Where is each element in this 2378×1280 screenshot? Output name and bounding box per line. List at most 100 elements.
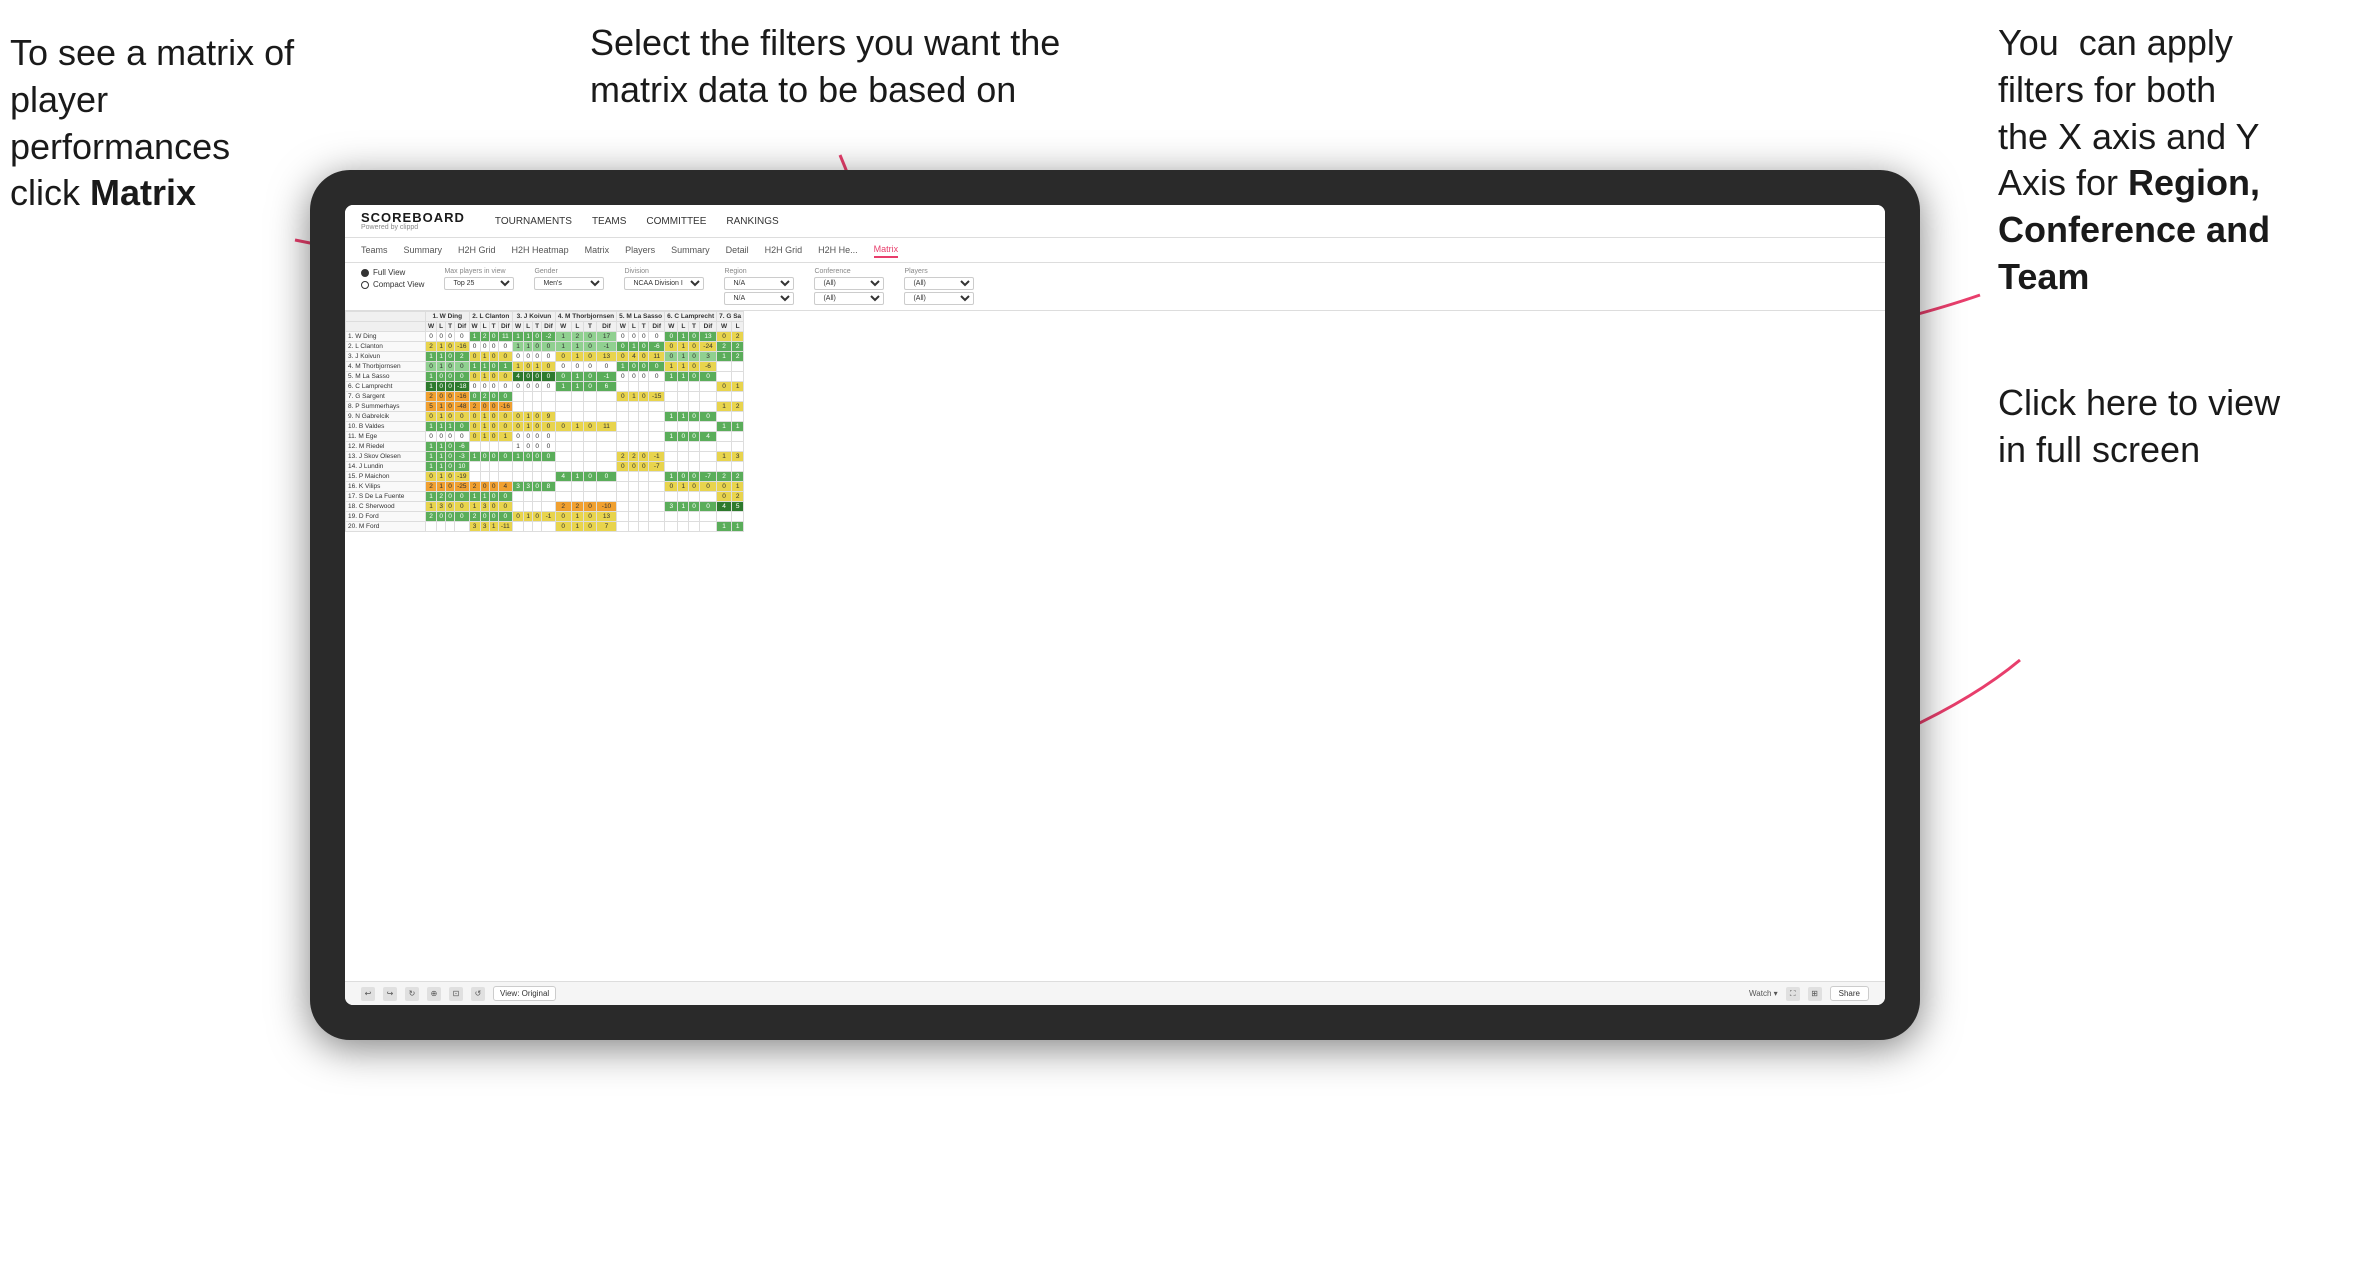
sh-l4: L [571, 322, 584, 332]
table-row: 18. C Sherwood13001300220-10310045 [346, 502, 744, 512]
col-header-empty [346, 312, 426, 322]
table-row: 16. K Vilips210-2520043308010001 [346, 482, 744, 492]
sh-w1: W [426, 322, 437, 332]
redo2-button[interactable]: ↻ [405, 987, 419, 1001]
subnav-players-summary[interactable]: Summary [671, 243, 710, 257]
cell-r3-c2-T: 1 [533, 362, 542, 372]
filter-conference-select2[interactable]: (All) [814, 292, 884, 305]
cell-r0-c6-W: 0 [717, 332, 732, 342]
nav-tournaments[interactable]: TOURNAMENTS [495, 216, 572, 227]
nav-teams[interactable]: TEAMS [592, 216, 626, 227]
cell-r2-c5-W: 0 [665, 352, 678, 362]
subnav-detail[interactable]: Detail [726, 243, 749, 257]
cell-r12-c0-L: 1 [437, 452, 446, 462]
subnav-teams[interactable]: Teams [361, 243, 388, 257]
cell-r17-c1-L: 3 [480, 502, 489, 512]
subnav-h2h-heatmap[interactable]: H2H Heatmap [512, 243, 569, 257]
cell-r11-c1-L [480, 442, 489, 452]
subnav-matrix[interactable]: Matrix [585, 243, 610, 257]
cell-r9-c4-Dif [649, 422, 665, 432]
cell-r12-c3-W [555, 452, 571, 462]
subnav-players[interactable]: Players [625, 243, 655, 257]
cell-r1-c1-Dif: 0 [498, 342, 512, 352]
cell-r5-c1-Dif: 0 [498, 382, 512, 392]
cell-r16-c5-W [665, 492, 678, 502]
cell-r11-c4-Dif [649, 442, 665, 452]
cell-r19-c6-W: 1 [717, 522, 732, 532]
subnav-h2h-grid[interactable]: H2H Grid [458, 243, 496, 257]
cell-r16-c4-Dif [649, 492, 665, 502]
cell-r0-c4-L: 0 [629, 332, 639, 342]
cell-r9-c5-W [665, 422, 678, 432]
nav-committee[interactable]: COMMITTEE [646, 216, 706, 227]
cell-r17-c4-Dif [649, 502, 665, 512]
cell-r18-c1-Dif: 0 [498, 512, 512, 522]
cell-r16-c4-L [629, 492, 639, 502]
cell-r3-c4-W: 1 [617, 362, 629, 372]
cell-r2-c6-L: 2 [732, 352, 744, 362]
nav-rankings[interactable]: RANKINGS [726, 216, 778, 227]
subnav-summary[interactable]: Summary [404, 243, 443, 257]
watch-button[interactable]: Watch ▾ [1749, 989, 1778, 998]
cell-r8-c1-W: 0 [469, 412, 480, 422]
subnav-h2h-grid2[interactable]: H2H Grid [765, 243, 803, 257]
sh-w7: W [717, 322, 732, 332]
cell-r10-c5-W: 1 [665, 432, 678, 442]
cell-r14-c1-L [480, 472, 489, 482]
cell-r0-c3-Dif: 17 [596, 332, 616, 342]
cell-r6-c3-Dif [596, 392, 616, 402]
cell-r11-c4-T [639, 442, 649, 452]
cell-r3-c0-W: 0 [426, 362, 437, 372]
cell-r5-c0-W: 1 [426, 382, 437, 392]
refresh-button[interactable]: ↺ [471, 987, 485, 1001]
cell-r12-c2-T: 0 [533, 452, 542, 462]
cell-r15-c2-W: 3 [513, 482, 524, 492]
cell-r7-c1-T: 0 [489, 402, 498, 412]
cell-r14-c1-Dif [498, 472, 512, 482]
cell-r0-c2-L: 1 [524, 332, 533, 342]
filter-players-select1[interactable]: (All) [904, 277, 974, 290]
annotation-center: Select the filters you want the matrix d… [590, 20, 1090, 114]
cell-r13-c0-Dif: 10 [455, 462, 469, 472]
cell-r15-c0-W: 2 [426, 482, 437, 492]
grid-button[interactable]: ⊞ [1808, 987, 1822, 1001]
filter-region-select2[interactable]: N/A [724, 292, 794, 305]
cell-r9-c3-T: 0 [584, 422, 597, 432]
fullscreen-button[interactable]: ⛶ [1786, 987, 1800, 1001]
matrix-scroll-area[interactable]: 1. W Ding 2. L Clanton 3. J Koivun 4. M … [345, 311, 1885, 981]
subnav-matrix-active[interactable]: Matrix [874, 242, 899, 258]
cell-r13-c4-W: 0 [617, 462, 629, 472]
filter-conference-select1[interactable]: (All) [814, 277, 884, 290]
cell-r15-c3-L [571, 482, 584, 492]
cell-r8-c6-W [717, 412, 732, 422]
cell-r16-c1-W: 1 [469, 492, 480, 502]
radio-full-view[interactable]: Full View [361, 268, 424, 277]
share-button[interactable]: Share [1830, 986, 1869, 1001]
row-header-9: 10. B Valdes [346, 422, 426, 432]
cell-r16-c2-T [533, 492, 542, 502]
row-header-3: 4. M Thorbjornsen [346, 362, 426, 372]
redo-button[interactable]: ↪ [383, 987, 397, 1001]
cell-r1-c3-T: 0 [584, 342, 597, 352]
filter-division-label: Division [624, 268, 704, 275]
cell-r8-c4-L [629, 412, 639, 422]
filter-region-select1[interactable]: N/A [724, 277, 794, 290]
filter-conference: Conference (All) (All) [814, 268, 884, 305]
filter-division-select[interactable]: NCAA Division I [624, 277, 704, 290]
zoom-button[interactable]: ⊕ [427, 987, 441, 1001]
filter-gender-select[interactable]: Men's [534, 277, 604, 290]
cell-r5-c2-Dif: 0 [542, 382, 556, 392]
filter-max-select[interactable]: Top 25 [444, 277, 514, 290]
radio-compact-view[interactable]: Compact View [361, 280, 424, 289]
cell-r7-c4-T [639, 402, 649, 412]
settings-button[interactable]: ⊡ [449, 987, 463, 1001]
view-original-button[interactable]: View: Original [493, 986, 556, 1001]
cell-r9-c0-Dif: 0 [455, 422, 469, 432]
filter-players-select2[interactable]: (All) [904, 292, 974, 305]
cell-r14-c3-Dif: 0 [596, 472, 616, 482]
filter-gender-label: Gender [534, 268, 604, 275]
cell-r18-c2-W: 0 [513, 512, 524, 522]
undo-button[interactable]: ↩ [361, 987, 375, 1001]
subnav-h2hh[interactable]: H2H He... [818, 243, 858, 257]
table-row: 6. C Lamprecht100-1800000000110601 [346, 382, 744, 392]
